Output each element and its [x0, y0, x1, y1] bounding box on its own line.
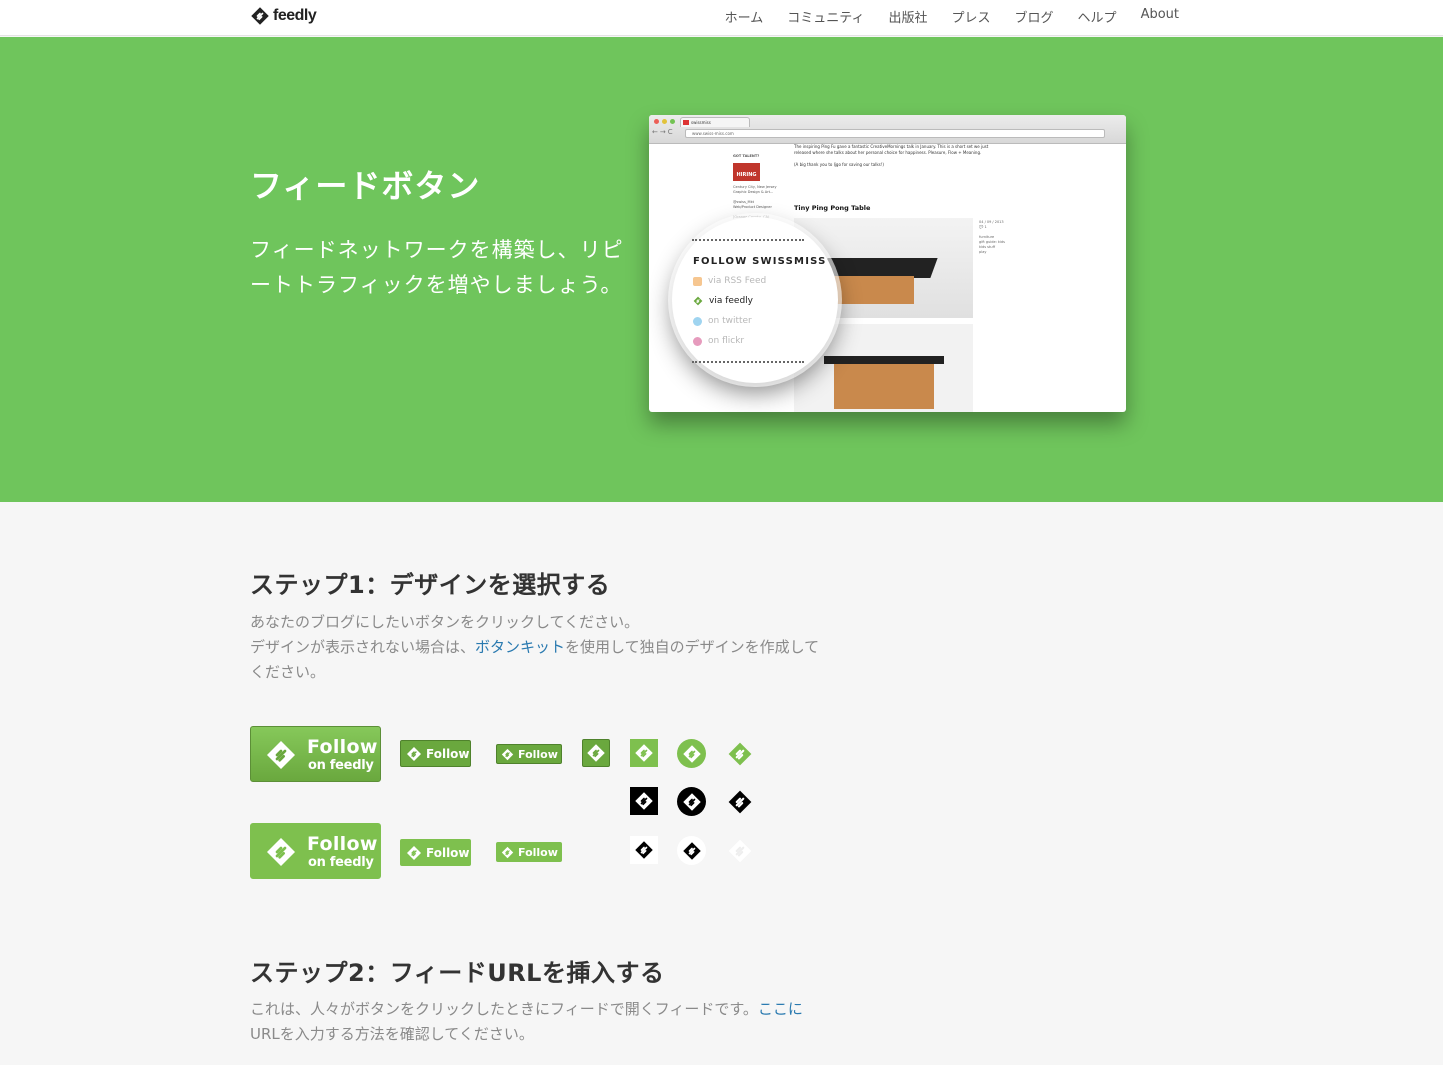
step2-description: これは、人々がボタンをクリックしたときにフィードで開くフィードです。ここに UR… [250, 1000, 803, 1043]
button-kit-link[interactable]: ボタンキット [475, 638, 565, 656]
top-navbar: feedly ホーム コミュニティ 出版社 プレス ブログ ヘルプ About [0, 0, 1443, 36]
logo-text: feedly [273, 7, 317, 24]
step1-title: ステップ1：デザインを選択する [250, 571, 611, 599]
feedly-icon [681, 840, 702, 861]
follow-title: FOLLOW SWISSMISS [693, 256, 827, 267]
here-link[interactable]: ここに [758, 1000, 803, 1018]
feedly-icon [501, 845, 514, 859]
feedly-square-icon-button[interactable] [582, 739, 610, 767]
mockup-tab: swissmiss [680, 117, 750, 127]
window-controls [654, 119, 675, 124]
follow-medium-button[interactable]: Follow [400, 740, 471, 767]
feedly-icon [586, 743, 606, 763]
feedly-logo-icon [250, 6, 270, 26]
feedly-black-square-icon[interactable] [630, 787, 658, 815]
feedly-logo[interactable]: feedly [250, 6, 317, 26]
step1-description: あなたのブログにしたいボタンをクリックしてください。 デザインが表示されない場合… [250, 613, 820, 681]
mockup-url-bar: www.swiss-miss.com [685, 129, 1105, 138]
feedly-white-circle-icon[interactable] [677, 836, 706, 865]
nav-home[interactable]: ホーム [725, 7, 764, 26]
nav-community[interactable]: コミュニティ [787, 7, 864, 26]
mockup-post-text: The inspiring Ping Fu gave a fantastic C… [794, 144, 989, 167]
nav-blog[interactable]: ブログ [1015, 7, 1054, 26]
feedly-icon [727, 741, 753, 767]
feedly-green-circle-icon[interactable] [677, 739, 706, 768]
feedly-icon [681, 743, 702, 764]
step2-title: ステップ2：フィードURLを挿入する [250, 959, 665, 987]
follow-twitter-item[interactable]: on twitter [693, 316, 752, 326]
rss-icon [693, 276, 702, 286]
hiring-badge: HIRING [733, 163, 760, 181]
nav-publishers[interactable]: 出版社 [889, 7, 928, 26]
feedly-icon [681, 791, 702, 812]
feedly-white-square-icon[interactable] [630, 836, 658, 864]
feedly-icon [727, 789, 753, 815]
feedly-green-square-icon[interactable] [630, 739, 658, 767]
dotted-divider [692, 361, 804, 363]
feedly-white-plain-icon[interactable] [727, 838, 753, 864]
feedly-black-circle-icon[interactable] [677, 787, 706, 816]
magnifier-callout: FOLLOW SWISSMISS via RSS Feed via feedly… [672, 217, 838, 383]
twitter-icon [693, 316, 702, 326]
feedly-icon [406, 745, 422, 762]
dotted-divider [692, 239, 804, 241]
follow-medium-flat-button[interactable]: Follow [400, 839, 471, 866]
hero-subtitle: フィードネットワークを構築し、リピートトラフィックを増やしましょう。 [250, 238, 624, 297]
main-nav: ホーム コミュニティ 出版社 プレス ブログ ヘルプ About [725, 7, 1179, 26]
mockup-browser-chrome: swissmiss ←→C www.swiss-miss.com [649, 115, 1126, 144]
feedly-icon [693, 296, 703, 306]
follow-small-flat-button[interactable]: Follow [496, 842, 562, 862]
mockup-post-meta: 04 / 09 / 2013 💬 1 furniture gift guide:… [979, 220, 1005, 254]
feedly-black-plain-icon[interactable] [727, 789, 753, 815]
nav-about[interactable]: About [1141, 7, 1179, 26]
follow-feedly-item[interactable]: via feedly [693, 296, 753, 306]
follow-on-feedly-large-flat-button[interactable]: Follow on feedly [250, 823, 381, 879]
feedly-icon [634, 791, 654, 811]
follow-rss-item[interactable]: via RSS Feed [693, 276, 766, 286]
feedly-icon [727, 838, 753, 864]
mockup-post-title: Tiny Ping Pong Table [794, 204, 871, 212]
follow-small-button[interactable]: Follow [496, 744, 562, 764]
feedly-icon [265, 739, 297, 771]
feedly-icon [406, 844, 422, 861]
mockup-nav-arrows: ←→C [652, 128, 675, 136]
feedly-green-plain-icon[interactable] [727, 741, 753, 767]
hero-title: フィードボタン [250, 167, 481, 205]
nav-press[interactable]: プレス [952, 7, 991, 26]
feedly-icon [634, 840, 654, 860]
feedly-icon [501, 747, 514, 761]
feedly-icon [265, 836, 297, 868]
follow-flickr-item[interactable]: on flickr [693, 336, 744, 346]
feedly-icon [634, 743, 654, 763]
flickr-icon [693, 336, 702, 346]
nav-help[interactable]: ヘルプ [1078, 7, 1117, 26]
follow-on-feedly-large-button[interactable]: Follow on feedly [250, 726, 381, 782]
